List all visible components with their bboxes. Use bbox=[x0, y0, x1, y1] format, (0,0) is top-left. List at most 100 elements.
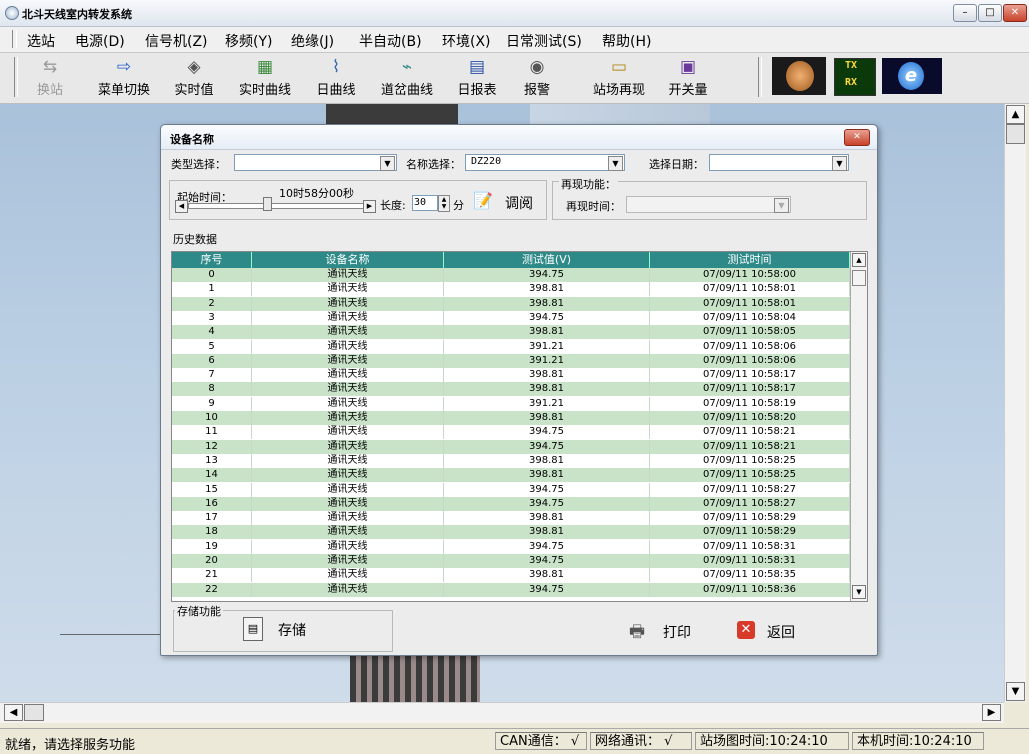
menu-insulation[interactable]: 绝缘(J) bbox=[291, 31, 334, 51]
cell-device: 通讯天线 bbox=[252, 296, 444, 311]
col-device-header[interactable]: 设备名称 bbox=[252, 252, 444, 268]
minimize-button[interactable]: – bbox=[953, 4, 977, 22]
table-row[interactable]: 22 通讯天线 394.75 07/09/11 10:58:36 bbox=[172, 582, 850, 597]
cell-value: 394.75 bbox=[444, 539, 650, 554]
table-row[interactable]: 5 通讯天线 391.21 07/09/11 10:58:06 bbox=[172, 339, 850, 354]
col-value-header[interactable]: 测试值(V) bbox=[444, 252, 650, 268]
scroll-down-arrow-icon[interactable]: ▼ bbox=[1006, 682, 1025, 701]
name-select[interactable]: DZ220 ▼ bbox=[465, 154, 625, 171]
table-row[interactable]: 7 通讯天线 398.81 07/09/11 10:58:17 bbox=[172, 368, 850, 383]
save-button[interactable]: ▤ 存储 bbox=[243, 617, 313, 645]
station-replay-button[interactable]: ▭ 站场再现 bbox=[586, 55, 652, 101]
table-row[interactable]: 6 通讯天线 391.21 07/09/11 10:58:06 bbox=[172, 353, 850, 368]
dialog-close-button[interactable]: ✕ bbox=[844, 129, 870, 146]
scroll-right-arrow-icon[interactable]: ▶ bbox=[982, 704, 1001, 721]
table-row[interactable]: 16 通讯天线 394.75 07/09/11 10:58:27 bbox=[172, 496, 850, 511]
chevron-down-icon[interactable]: ▼ bbox=[774, 198, 789, 213]
cell-value: 398.81 bbox=[444, 568, 650, 583]
back-button[interactable]: ✕ 返回 bbox=[735, 619, 807, 645]
table-row[interactable]: 9 通讯天线 391.21 07/09/11 10:58:19 bbox=[172, 396, 850, 411]
menu-select-station[interactable]: 选站 bbox=[27, 31, 55, 51]
cell-index: 6 bbox=[172, 353, 252, 368]
length-spinner[interactable]: ▲ ▼ bbox=[438, 195, 450, 212]
realtime-curve-button[interactable]: ▦ 实时曲线 bbox=[232, 55, 298, 101]
cell-index: 22 bbox=[172, 582, 252, 597]
table-row[interactable]: 0 通讯天线 394.75 07/09/11 10:58:00 bbox=[172, 268, 850, 282]
table-row[interactable]: 17 通讯天线 398.81 07/09/11 10:58:29 bbox=[172, 511, 850, 526]
switch-quantity-button[interactable]: ▣ 开关量 bbox=[662, 55, 714, 101]
cell-device: 通讯天线 bbox=[252, 511, 444, 526]
replay-time-select[interactable]: ▼ bbox=[626, 196, 791, 213]
date-select[interactable]: ▼ bbox=[709, 154, 849, 171]
vertical-scrollbar[interactable]: ▲ ▼ bbox=[1004, 104, 1026, 702]
browser-icon[interactable]: e bbox=[882, 58, 942, 94]
table-row[interactable]: 15 通讯天线 394.75 07/09/11 10:58:27 bbox=[172, 482, 850, 497]
menu-daily-test[interactable]: 日常测试(S) bbox=[506, 31, 582, 51]
printer-icon: 🖶 bbox=[629, 622, 646, 642]
cell-index: 14 bbox=[172, 468, 252, 483]
table-row[interactable]: 13 通讯天线 398.81 07/09/11 10:58:25 bbox=[172, 453, 850, 468]
horizontal-scrollbar[interactable]: ◀ ▶ bbox=[0, 702, 1004, 723]
menu-power[interactable]: 电源(D) bbox=[75, 31, 125, 51]
slider-thumb[interactable] bbox=[263, 197, 272, 211]
tx-rx-indicator[interactable]: TX RX bbox=[834, 58, 876, 96]
cell-time: 07/09/11 10:58:36 bbox=[650, 582, 850, 597]
dialog-title-bar: 设备名称 ✕ bbox=[161, 125, 877, 150]
scroll-up-arrow-icon[interactable]: ▲ bbox=[1006, 105, 1025, 124]
review-button[interactable]: 📝 调阅 bbox=[471, 189, 541, 215]
close-button[interactable]: ✕ bbox=[1003, 4, 1027, 22]
print-button[interactable]: 🖶 打印 bbox=[629, 619, 701, 645]
daily-curve-button[interactable]: ⌇ 日曲线 bbox=[310, 55, 362, 101]
length-input[interactable]: 30 bbox=[412, 195, 438, 211]
menu-semi-auto[interactable]: 半自动(B) bbox=[359, 31, 422, 51]
menu-environment[interactable]: 环境(X) bbox=[442, 31, 491, 51]
logo-image bbox=[772, 57, 826, 95]
chevron-down-icon[interactable]: ▼ bbox=[380, 156, 395, 171]
scroll-left-arrow-icon[interactable]: ◀ bbox=[4, 704, 23, 721]
cell-value: 398.81 bbox=[444, 282, 650, 297]
table-scroll-up-icon[interactable]: ▲ bbox=[852, 253, 866, 267]
maximize-button[interactable]: □ bbox=[978, 4, 1002, 22]
table-row[interactable]: 14 通讯天线 398.81 07/09/11 10:58:25 bbox=[172, 468, 850, 483]
hscroll-thumb[interactable] bbox=[24, 704, 44, 721]
cell-time: 07/09/11 10:58:21 bbox=[650, 425, 850, 440]
cell-device: 通讯天线 bbox=[252, 525, 444, 540]
col-time-header[interactable]: 测试时间 bbox=[650, 252, 850, 268]
daily-report-button[interactable]: ▤ 日报表 bbox=[452, 55, 502, 101]
cell-time: 07/09/11 10:58:29 bbox=[650, 511, 850, 526]
table-row[interactable]: 20 通讯天线 394.75 07/09/11 10:58:31 bbox=[172, 554, 850, 568]
cell-time: 07/09/11 10:58:27 bbox=[650, 496, 850, 511]
table-scroll-thumb[interactable] bbox=[852, 270, 866, 286]
table-row[interactable]: 10 通讯天线 398.81 07/09/11 10:58:20 bbox=[172, 411, 850, 425]
window-title-bar: 北斗天线室内转发系统 – □ ✕ bbox=[0, 0, 1029, 27]
chevron-down-icon[interactable]: ▼ bbox=[832, 156, 847, 171]
slider-left-arrow-icon[interactable]: ◀ bbox=[175, 200, 188, 213]
alarm-button[interactable]: ◉ 报警 bbox=[517, 55, 557, 101]
table-scrollbar[interactable]: ▲ ▼ bbox=[850, 252, 867, 601]
menu-frequency-shift[interactable]: 移频(Y) bbox=[225, 31, 272, 51]
table-row[interactable]: 8 通讯天线 398.81 07/09/11 10:58:17 bbox=[172, 382, 850, 397]
chevron-down-icon[interactable]: ▼ bbox=[608, 156, 623, 171]
table-row[interactable]: 1 通讯天线 398.81 07/09/11 10:58:01 bbox=[172, 282, 850, 297]
realtime-value-button[interactable]: ◈ 实时值 bbox=[168, 55, 220, 101]
switch-curve-button[interactable]: ⌁ 道岔曲线 bbox=[374, 55, 440, 101]
slider-right-arrow-icon[interactable]: ▶ bbox=[363, 200, 376, 213]
menu-signal[interactable]: 信号机(Z) bbox=[145, 31, 208, 51]
menu-switch-button[interactable]: ⇨ 菜单切换 bbox=[92, 55, 156, 101]
menu-help[interactable]: 帮助(H) bbox=[602, 31, 651, 51]
table-row[interactable]: 3 通讯天线 394.75 07/09/11 10:58:04 bbox=[172, 310, 850, 325]
daily-curve-label: 日曲线 bbox=[316, 83, 356, 98]
table-row[interactable]: 21 通讯天线 398.81 07/09/11 10:58:35 bbox=[172, 568, 850, 583]
type-select[interactable]: ▼ bbox=[234, 154, 397, 171]
col-index-header[interactable]: 序号 bbox=[172, 252, 252, 268]
table-row[interactable]: 19 通讯天线 394.75 07/09/11 10:58:31 bbox=[172, 539, 850, 554]
switch-station-button[interactable]: ⇆ 换站 bbox=[30, 55, 70, 101]
table-row[interactable]: 18 通讯天线 398.81 07/09/11 10:58:29 bbox=[172, 525, 850, 540]
table-row[interactable]: 4 通讯天线 398.81 07/09/11 10:58:05 bbox=[172, 325, 850, 340]
table-scroll-down-icon[interactable]: ▼ bbox=[852, 585, 866, 599]
table-row[interactable]: 12 通讯天线 394.75 07/09/11 10:58:21 bbox=[172, 439, 850, 454]
table-row[interactable]: 11 通讯天线 394.75 07/09/11 10:58:21 bbox=[172, 425, 850, 440]
start-time-slider[interactable] bbox=[188, 203, 364, 209]
scroll-thumb[interactable] bbox=[1006, 124, 1025, 144]
table-row[interactable]: 2 通讯天线 398.81 07/09/11 10:58:01 bbox=[172, 296, 850, 311]
